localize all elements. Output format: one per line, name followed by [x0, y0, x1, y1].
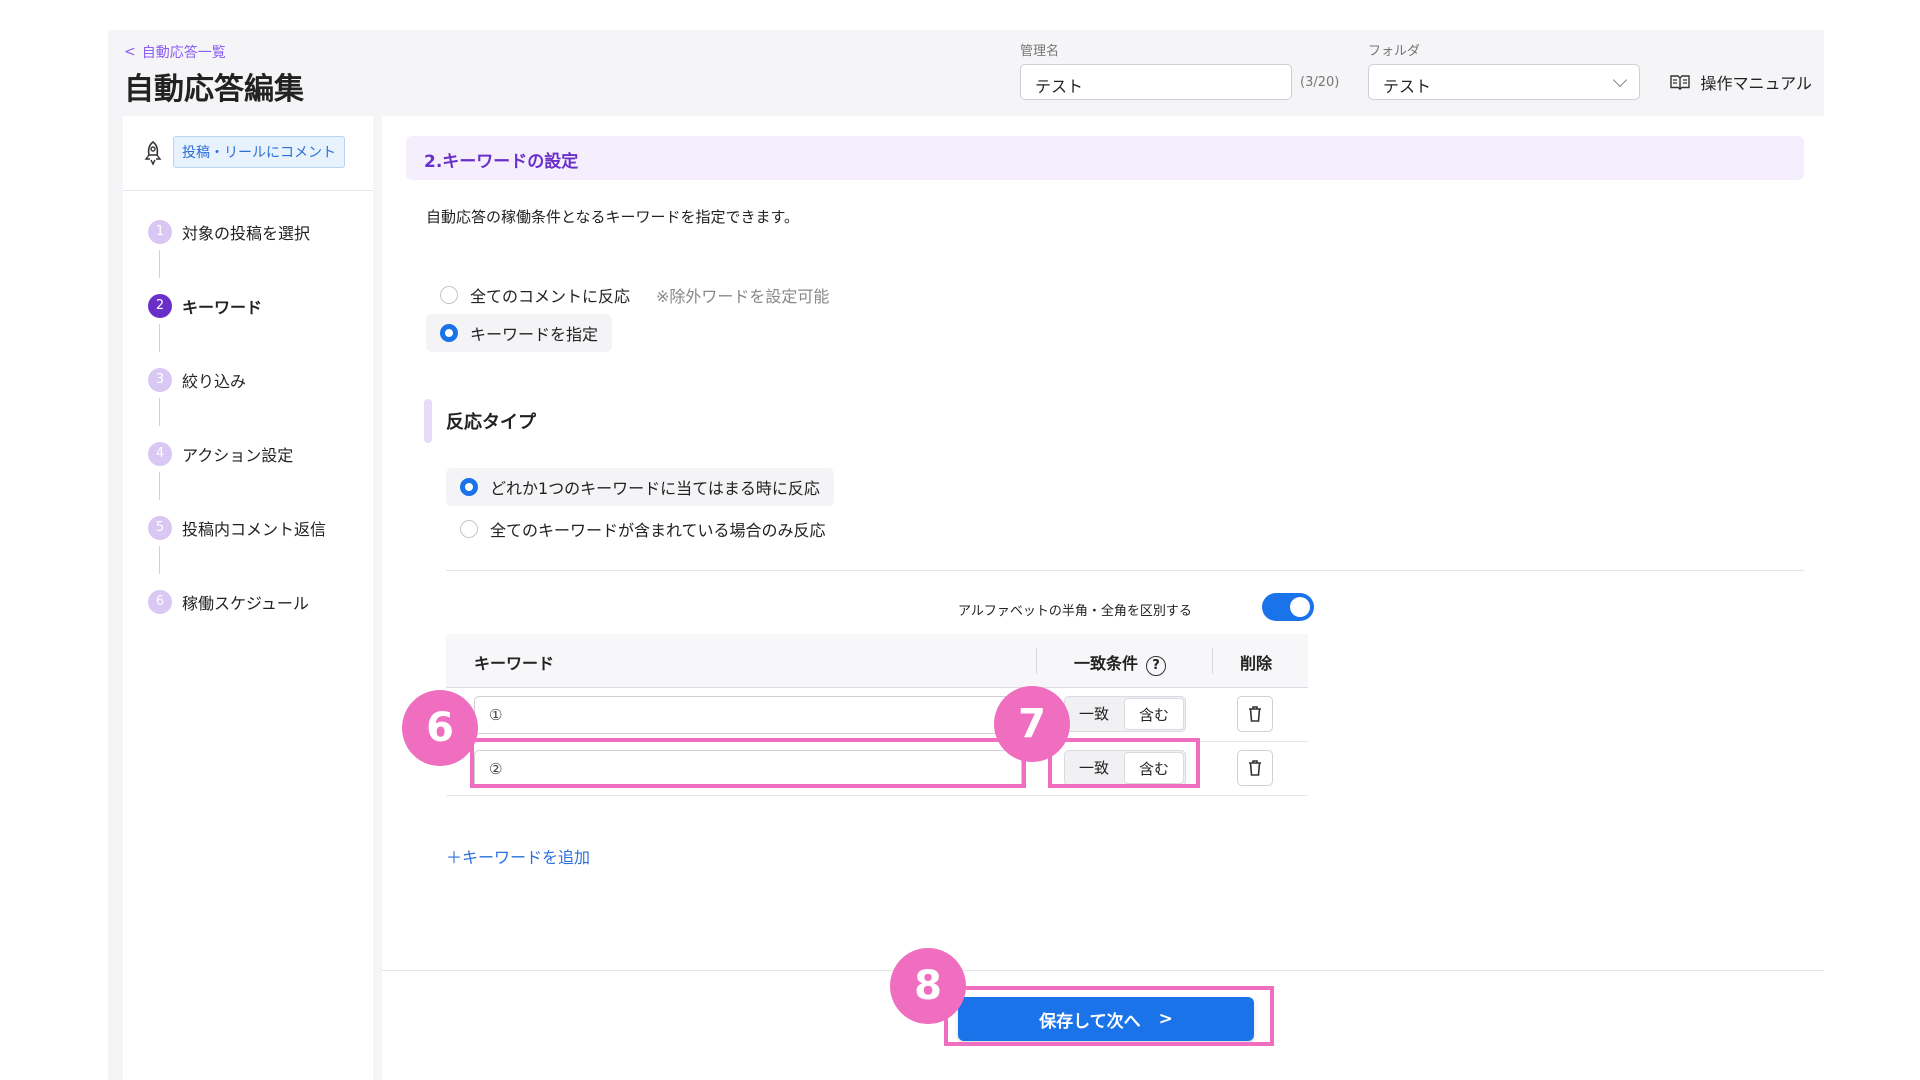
response-type-row: 投稿・リールにコメント: [123, 116, 373, 191]
match-exact-option[interactable]: 一致: [1065, 751, 1123, 785]
step-number: 6: [148, 590, 172, 614]
step-item-6[interactable]: 6 稼働スケジュール: [148, 590, 309, 614]
folder-select[interactable]: テスト: [1368, 64, 1640, 100]
step-marker-8: 8: [890, 948, 966, 1024]
radio-button[interactable]: [460, 520, 478, 538]
option-label: キーワードを指定: [470, 325, 599, 344]
step-item-2[interactable]: 2 キーワード: [148, 294, 262, 318]
step-item-4[interactable]: 4 アクション設定: [148, 442, 293, 466]
option-label: 全てのコメントに反応: [470, 287, 631, 306]
manual-label: 操作マニュアル: [1700, 74, 1812, 93]
column-header-keyword: キーワード: [474, 654, 555, 673]
table-row: ② 一致 含む: [446, 742, 1308, 796]
step-connector: [159, 472, 160, 500]
name-label: 管理名: [1020, 44, 1060, 59]
folder-label: フォルダ: [1368, 44, 1421, 59]
page-title: 自動応答編集: [124, 72, 304, 107]
app-frame: < 自動応答一覧 自動応答編集 管理名 テスト (3/20) フォルダ テスト …: [108, 30, 1824, 1080]
step-item-1[interactable]: 1 対象の投稿を選択: [148, 220, 310, 244]
match-contains-option[interactable]: 含む: [1124, 752, 1184, 784]
radio-button-selected[interactable]: [440, 324, 458, 342]
footer-divider: [382, 970, 1824, 971]
column-header-condition: 一致条件?: [1074, 650, 1167, 676]
column-separator: [1036, 648, 1037, 674]
match-condition-toggle[interactable]: 一致 含む: [1064, 696, 1186, 732]
step-number: 2: [148, 294, 172, 318]
chevron-down-icon: [1612, 72, 1628, 88]
help-icon[interactable]: ?: [1146, 656, 1167, 676]
header: < 自動応答一覧 自動応答編集 管理名 テスト (3/20) フォルダ テスト …: [108, 30, 1824, 116]
step-number: 1: [148, 220, 172, 244]
reaction-type-heading: 反応タイプ: [424, 399, 536, 443]
column-header-delete: 削除: [1240, 654, 1273, 673]
option-hint: ※除外ワードを設定可能: [656, 287, 830, 306]
divider: [446, 570, 1804, 571]
step-marker-6: 6: [402, 690, 478, 766]
delete-button[interactable]: [1237, 750, 1273, 786]
column-separator: [1212, 648, 1213, 674]
option-specify-keywords[interactable]: キーワードを指定: [426, 314, 613, 352]
step-item-5[interactable]: 5 投稿内コメント返信: [148, 516, 326, 540]
reaction-option-label: どれか1つのキーワードに当てはまる時に反応: [490, 479, 820, 498]
section-description: 自動応答の稼働条件となるキーワードを指定できます。: [426, 208, 800, 226]
step-label: 稼働スケジュール: [182, 594, 309, 613]
step-connector: [159, 250, 160, 278]
manual-link[interactable]: 操作マニュアル: [1670, 70, 1812, 94]
section-title: 2.キーワードの設定: [406, 136, 1804, 180]
table-header: キーワード 一致条件? 削除: [446, 634, 1308, 688]
main-panel: 2.キーワードの設定 自動応答の稼働条件となるキーワードを指定できます。 全ての…: [382, 116, 1824, 1080]
width-toggle-label: アルファベットの半角・全角を区別する: [958, 604, 1192, 619]
delete-button[interactable]: [1237, 696, 1273, 732]
name-counter: (3/20): [1300, 75, 1340, 90]
step-connector: [159, 324, 160, 352]
column-header-condition-label: 一致条件: [1074, 654, 1139, 673]
step-label: 投稿内コメント返信: [182, 520, 327, 539]
response-type-badge: 投稿・リールにコメント: [173, 136, 345, 168]
reaction-type-title: 反応タイプ: [446, 412, 536, 433]
sidebar: 投稿・リールにコメント 1 対象の投稿を選択 2 キーワード 3 絞り込み 4 …: [123, 116, 373, 1080]
match-condition-toggle[interactable]: 一致 含む: [1064, 750, 1186, 786]
step-item-3[interactable]: 3 絞り込み: [148, 368, 246, 392]
step-connector: [159, 398, 160, 426]
back-link-label: 自動応答一覧: [141, 45, 226, 61]
back-link[interactable]: < 自動応答一覧: [124, 42, 226, 62]
keyword-input[interactable]: ②: [474, 750, 1022, 788]
name-input[interactable]: テスト: [1020, 64, 1292, 100]
match-exact-option[interactable]: 一致: [1065, 697, 1123, 731]
add-keyword-link[interactable]: ＋キーワードを追加: [446, 844, 590, 868]
heading-accent-bar: [424, 399, 432, 443]
keyword-input[interactable]: ①: [474, 696, 1022, 734]
chevron-left-icon: <: [124, 44, 136, 60]
step-number: 4: [148, 442, 172, 466]
step-number: 3: [148, 368, 172, 392]
match-contains-option[interactable]: 含む: [1124, 698, 1184, 730]
book-icon: [1670, 75, 1691, 90]
step-label: 絞り込み: [182, 372, 247, 391]
reaction-option-any[interactable]: どれか1つのキーワードに当てはまる時に反応: [446, 468, 834, 506]
reaction-option-label: 全てのキーワードが含まれている場合のみ反応: [490, 521, 826, 540]
radio-button-selected[interactable]: [460, 478, 478, 496]
radio-button[interactable]: [440, 286, 458, 304]
rocket-icon: [144, 140, 162, 166]
trash-icon: [1249, 706, 1261, 722]
step-label: 対象の投稿を選択: [182, 224, 311, 243]
trash-icon: [1249, 760, 1261, 776]
step-number: 5: [148, 516, 172, 540]
save-next-button[interactable]: 保存して次へ >: [958, 997, 1254, 1041]
reaction-option-all[interactable]: 全てのキーワードが含まれている場合のみ反応: [460, 514, 826, 544]
step-connector: [159, 546, 160, 574]
step-label: アクション設定: [182, 446, 294, 465]
table-row: ① 一致 含む: [446, 688, 1308, 742]
step-label: キーワード: [182, 298, 263, 317]
save-next-label: 保存して次へ: [1039, 1011, 1141, 1032]
option-all-comments[interactable]: 全てのコメントに反応 ※除外ワードを設定可能: [440, 280, 829, 310]
folder-value: テスト: [1383, 77, 1432, 96]
step-marker-7: 7: [994, 686, 1070, 762]
width-toggle-switch[interactable]: [1262, 593, 1314, 621]
chevron-right-icon: >: [1158, 1009, 1173, 1029]
